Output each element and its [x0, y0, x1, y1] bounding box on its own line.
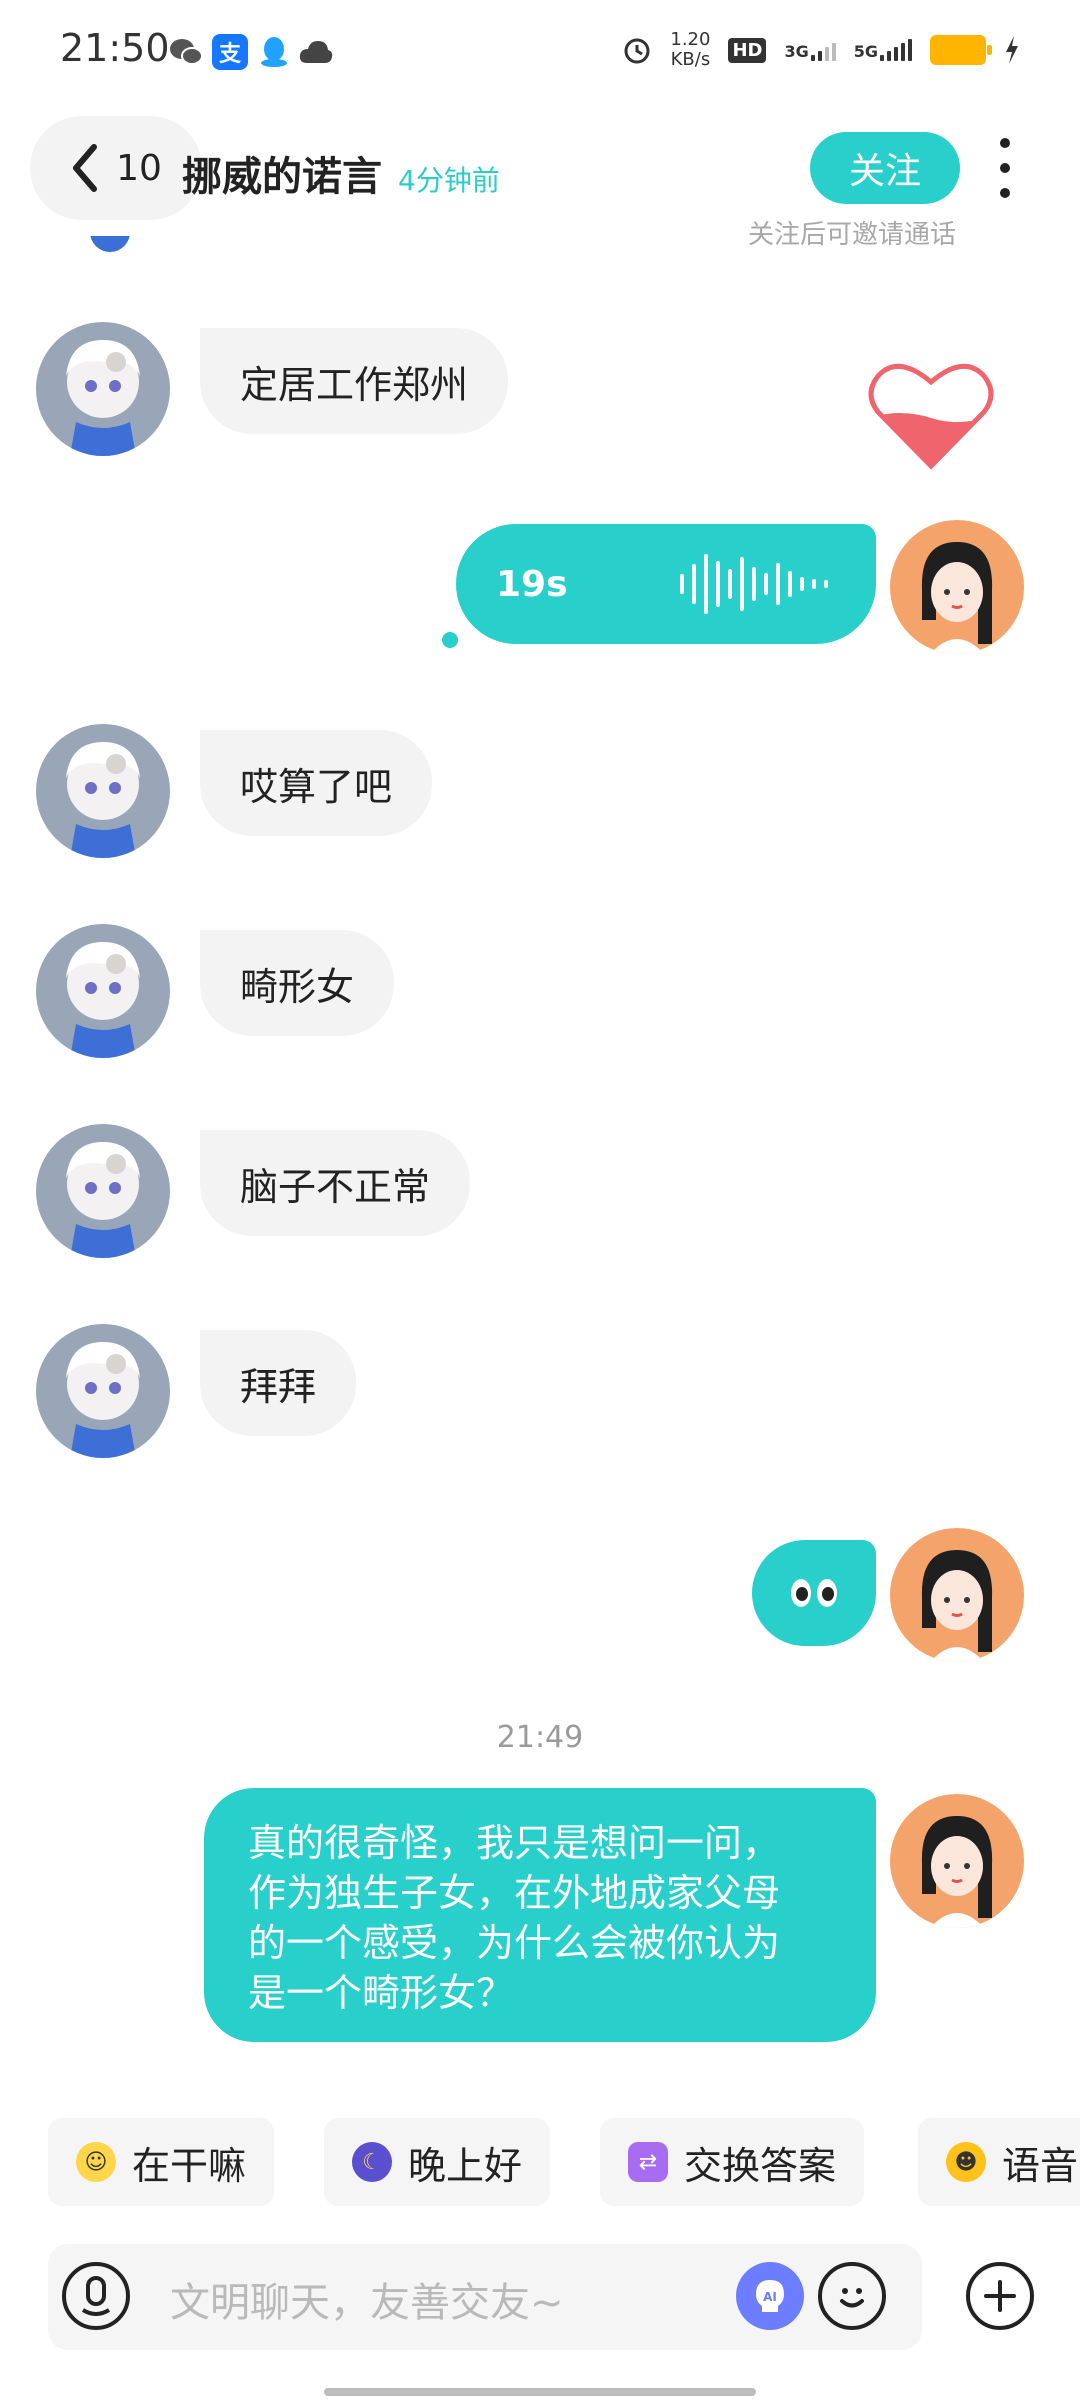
- voice-face-icon: ☻: [946, 2142, 986, 2182]
- my-avatar[interactable]: [890, 520, 1024, 654]
- chevron-left-icon: [73, 144, 98, 192]
- message-line: 是一个畸形女？: [248, 1971, 515, 2015]
- moon-icon: ☾: [352, 2142, 392, 2182]
- charging-icon: [1006, 36, 1018, 64]
- message-line: 真的很奇怪，我只是想问一问，: [248, 1821, 781, 1865]
- battery-icon: [930, 35, 992, 65]
- message-input[interactable]: 文明聊天，友善交友~: [170, 2270, 564, 2328]
- chip-label: 交换答案: [684, 2143, 837, 2188]
- last-active: 4分钟前: [398, 164, 500, 197]
- message-bubble-received[interactable]: 哎算了吧: [200, 730, 433, 836]
- chat-title: 挪威的诺言 4分钟前: [182, 144, 500, 202]
- eye-icon: [817, 1579, 837, 1607]
- quick-reply-chip[interactable]: ☺ 在干嘛: [48, 2118, 275, 2206]
- quick-reply-chip[interactable]: ☻ 语音: [918, 2118, 1080, 2206]
- signal-bars-icon: [810, 39, 836, 61]
- more-menu-icon[interactable]: [990, 138, 1020, 198]
- contact-avatar[interactable]: [36, 724, 170, 858]
- message-bubble-sent[interactable]: 真的很奇怪，我只是想问一问， 作为独生子女，在外地成家父母 的一个感受，为什么会…: [204, 1788, 876, 2042]
- alipay-icon: 支: [212, 34, 248, 70]
- plus-icon[interactable]: [966, 2262, 1034, 2330]
- hd-badge: HD: [728, 37, 767, 63]
- contact-avatar[interactable]: [36, 924, 170, 1058]
- heart-icon[interactable]: [868, 356, 994, 476]
- chip-label: 晚上好: [408, 2143, 523, 2188]
- contact-name: 挪威的诺言: [182, 154, 382, 200]
- eye-icon: [791, 1579, 811, 1607]
- my-avatar[interactable]: [890, 1794, 1024, 1928]
- net-speed: 1.20 KB/s: [670, 29, 711, 70]
- emoji-message-bubble[interactable]: [752, 1540, 876, 1646]
- cloud-icon: [298, 34, 334, 70]
- qq-icon: [256, 34, 292, 70]
- signal-5g: 5G: [854, 39, 912, 61]
- unread-dot: [442, 632, 458, 648]
- unread-count: 10: [116, 147, 162, 189]
- chip-label: 在干嘛: [132, 2143, 247, 2188]
- message-bubble-received[interactable]: 畸形女: [200, 930, 395, 1036]
- face-icon: ☺: [76, 2142, 116, 2182]
- status-time: 21:50: [60, 26, 170, 70]
- voice-input-icon[interactable]: [62, 2262, 130, 2330]
- chip-label: 语音: [1002, 2143, 1079, 2188]
- message-bubble-received[interactable]: 定居工作郑州: [200, 328, 509, 434]
- message-timestamp: 21:49: [496, 1720, 584, 1755]
- swap-icon: ⇄: [628, 2142, 668, 2182]
- message-bubble-received[interactable]: 拜拜: [200, 1330, 357, 1436]
- alarm-icon: [624, 38, 650, 64]
- contact-avatar[interactable]: [36, 1124, 170, 1258]
- ai-assistant-icon[interactable]: AI: [736, 2262, 804, 2330]
- home-indicator[interactable]: [324, 2388, 756, 2396]
- back-button[interactable]: 10: [30, 116, 202, 220]
- emoji-icon[interactable]: [818, 2262, 886, 2330]
- status-right: 1.20 KB/s HD 3G 5G: [622, 30, 1020, 70]
- quick-reply-chip[interactable]: ⇄ 交换答案: [600, 2118, 865, 2206]
- signal-3g: 3G: [784, 39, 836, 61]
- svg-text:AI: AI: [763, 2290, 777, 2304]
- clipped-avatar: [90, 236, 130, 256]
- follow-hint: 关注后可邀请通话: [748, 220, 957, 250]
- signal-bars-icon: [880, 39, 912, 61]
- wechat-icon: [168, 34, 204, 70]
- message-line: 的一个感受，为什么会被你认为: [248, 1921, 781, 1965]
- quick-reply-chip[interactable]: ☾ 晚上好: [324, 2118, 551, 2206]
- contact-avatar[interactable]: [36, 1324, 170, 1458]
- contact-avatar[interactable]: [36, 322, 170, 456]
- voice-message-bubble[interactable]: 19s: [456, 524, 876, 644]
- message-bubble-received[interactable]: 脑子不正常: [200, 1130, 471, 1236]
- follow-button[interactable]: 关注: [810, 132, 960, 204]
- chip-overflow: ☻ 语音: [918, 2118, 1080, 2206]
- message-line: 作为独生子女，在外地成家父母: [248, 1871, 781, 1915]
- voice-duration: 19s: [496, 563, 568, 605]
- waveform-icon: [679, 554, 828, 614]
- my-avatar[interactable]: [890, 1528, 1024, 1662]
